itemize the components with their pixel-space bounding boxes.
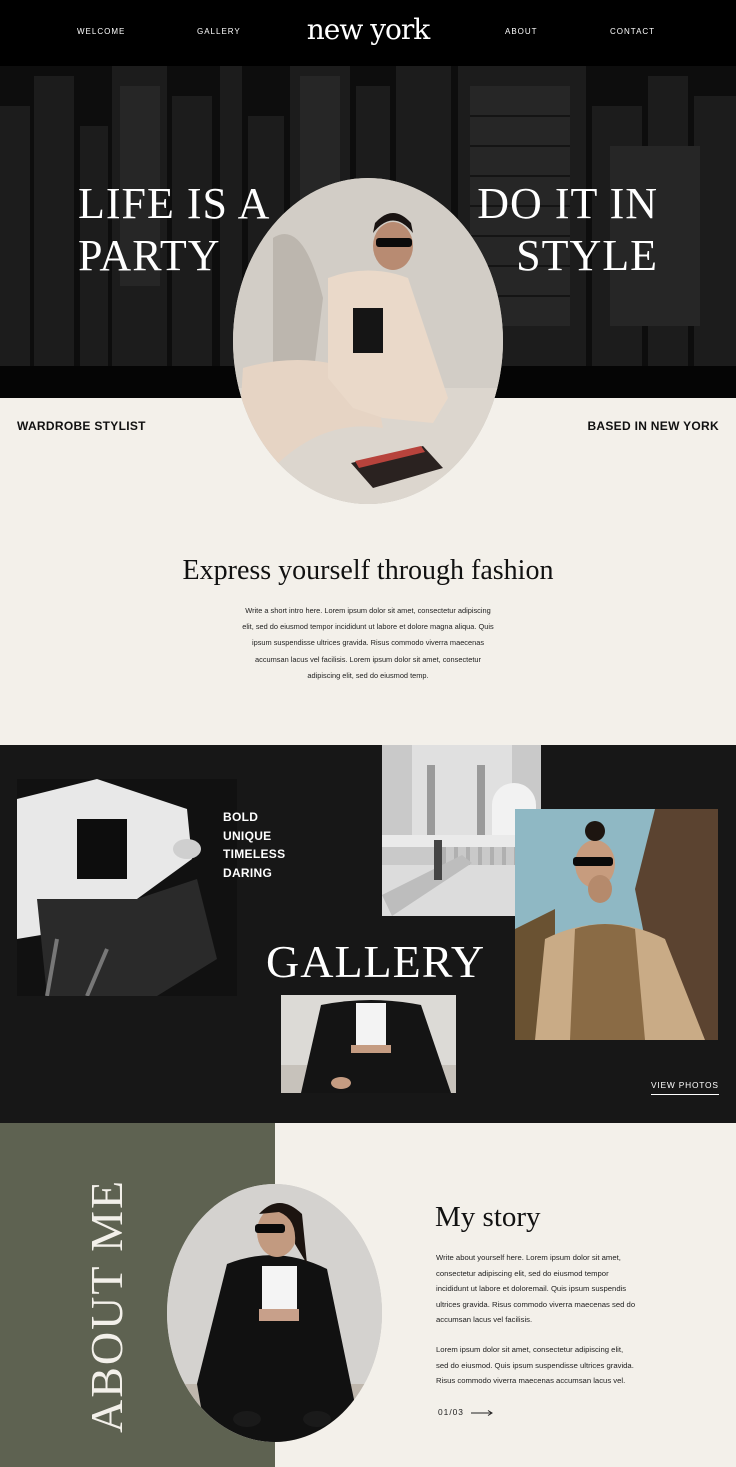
about-section: ABOUT ME My story Write about yourself h… (0, 1123, 736, 1467)
about-portrait-photo (167, 1184, 382, 1442)
gallery-section: BOLD UNIQUE TIMELESS DARING GALLERY VIEW… (0, 745, 736, 1123)
gallery-title: GALLERY (266, 936, 486, 987)
hero-right-line-1: DO IT IN (477, 179, 658, 228)
hero-left-line-2: PARTY (78, 231, 221, 280)
hero-headline-left: LIFE IS A PARTY (78, 178, 270, 282)
gallery-photo-black-blazer[interactable] (281, 995, 456, 1093)
intro-body: Write a short intro here. Lorem ipsum do… (218, 603, 518, 684)
intro-line: adipiscing elit, sed do eiusmod temp. (307, 670, 429, 680)
story-paragraph-1: Write about yourself here. Lorem ipsum d… (436, 1250, 666, 1328)
gallery-photo-camel-coat[interactable] (515, 809, 718, 1040)
gallery-photo-seated[interactable] (17, 779, 237, 996)
story-line: sed do eiusmod. Quis ipsum suspendisse u… (436, 1360, 634, 1370)
about-me-vertical-title: ABOUT ME (81, 1178, 132, 1433)
intro-heading: Express yourself through fashion (182, 555, 554, 586)
view-photos-link[interactable]: VIEW PHOTOS (651, 1080, 719, 1095)
story-line: consectetur adipiscing elit, sed do eius… (436, 1268, 609, 1278)
intro-line: ipsum suspendisse ultrices gravida. Risu… (251, 638, 485, 648)
hero-headline-right: DO IT IN STYLE (477, 178, 658, 282)
story-line: accumsan lacus vel facilisis. (436, 1315, 533, 1325)
top-nav: WELCOME GALLERY new york ABOUT CONTACT (0, 0, 736, 66)
trait-item: DARING (223, 865, 273, 880)
story-line: Risus commodo viverra maecenas accumsan … (436, 1376, 626, 1386)
intro-line: accumsan lacus vel facilisis. Lorem ipsu… (255, 654, 481, 664)
story-title: My story (435, 1201, 541, 1233)
site-logo[interactable]: new york (307, 13, 430, 46)
arrow-right-icon[interactable] (471, 1410, 493, 1416)
nav-link-contact[interactable]: CONTACT (610, 27, 655, 36)
nav-link-welcome[interactable]: WELCOME (77, 27, 125, 36)
tagline-based-in: BASED IN NEW YORK (587, 419, 719, 433)
trait-item: UNIQUE (223, 828, 272, 843)
slide-pager: 01/03 (438, 1407, 464, 1417)
hero-left-line-1: LIFE IS A (78, 179, 271, 228)
hero-right-line-2: STYLE (516, 231, 658, 280)
traits-list: BOLD UNIQUE TIMELESS DARING (223, 808, 285, 882)
story-line: incididunt ut labore et doloremail. Quis… (436, 1284, 627, 1294)
trait-item: TIMELESS (223, 847, 286, 861)
story-line: ultrices gravida. Risus commodo viverra … (436, 1299, 636, 1309)
intro-line: Write a short intro here. Lorem ipsum do… (245, 606, 491, 615)
story-line: Lorem ipsum dolor sit amet, consectetur … (436, 1345, 624, 1354)
intro-line: elit, sed do eiusmod tempor incididunt u… (242, 622, 494, 632)
hero-portrait-photo (233, 178, 503, 504)
story-line: Write about yourself here. Lorem ipsum d… (436, 1253, 621, 1262)
nav-link-about[interactable]: ABOUT (505, 27, 538, 36)
story-paragraph-2: Lorem ipsum dolor sit amet, consectetur … (436, 1342, 666, 1389)
tagline-wardrobe-stylist: WARDROBE STYLIST (17, 419, 146, 433)
nav-link-gallery[interactable]: GALLERY (197, 27, 241, 36)
trait-item: BOLD (223, 810, 259, 824)
